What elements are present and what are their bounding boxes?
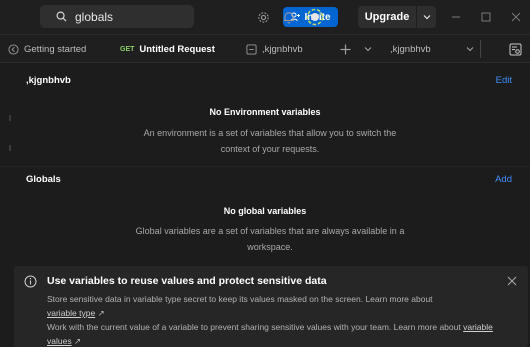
environment-empty-title: No Environment variables <box>209 107 321 117</box>
bell-icon <box>284 11 294 23</box>
variable-type-link[interactable]: variable type <box>47 308 95 318</box>
environment-select-value: ,kjgnbhvb <box>390 43 431 55</box>
tab-getting-started[interactable]: Getting started <box>8 35 86 63</box>
tab-untitled-request-label: Untitled Request <box>139 43 215 55</box>
tab-bar: Getting started GET Untitled Request ,kj… <box>0 34 530 63</box>
minimize-icon <box>452 16 460 18</box>
edit-environment-link[interactable]: Edit <box>496 75 512 86</box>
plus-icon <box>340 44 351 54</box>
globals-empty-description: Global variables are a set of variables … <box>135 226 405 252</box>
search-value: globals <box>75 9 114 24</box>
environment-quick-look-button[interactable] <box>509 35 522 63</box>
search-input[interactable]: globals <box>40 5 194 28</box>
globals-empty-title: No global variables <box>223 206 307 216</box>
back-circle-icon <box>8 43 19 55</box>
environment-quick-look-icon <box>509 43 522 55</box>
close-icon[interactable] <box>506 275 518 287</box>
minimize-button[interactable] <box>448 9 464 25</box>
request-method-badge: GET <box>120 45 135 53</box>
tabs-menu-button[interactable] <box>364 35 372 63</box>
sync-status-icon <box>306 8 324 26</box>
banner-text-secret: Store sensitive data in variable type se… <box>47 294 433 304</box>
tabs-separator <box>480 40 481 58</box>
environment-select[interactable]: ,kjgnbhvb <box>390 35 474 63</box>
banner-paragraph-secret: Store sensitive data in variable type se… <box>47 292 502 320</box>
info-banner: Use variables to reuse values and protec… <box>14 266 528 347</box>
sidebar-edge-mark <box>9 145 11 151</box>
banner-paragraph-values: Work with the current value of a variabl… <box>47 320 502 347</box>
environment-name: ,kjgnbhvb <box>26 75 71 86</box>
new-tab-button[interactable] <box>340 35 351 63</box>
chevron-down-icon <box>423 15 430 20</box>
search-icon <box>56 11 67 22</box>
upgrade-button[interactable]: Upgrade <box>358 6 416 28</box>
banner-title: Use variables to reuse values and protec… <box>47 275 327 287</box>
maximize-icon <box>481 12 491 22</box>
upgrade-menu-button[interactable] <box>416 6 436 28</box>
external-link-icon: ↗ <box>73 336 82 346</box>
tab-environment[interactable]: ,kjgnbhvb <box>246 35 303 63</box>
section-divider <box>0 166 530 167</box>
add-global-link[interactable]: Add <box>495 174 512 185</box>
settings-button[interactable] <box>254 8 272 26</box>
external-link-icon: ↗ <box>97 308 105 318</box>
close-icon <box>511 12 521 22</box>
sync-status-button[interactable] <box>305 7 325 27</box>
info-icon <box>24 275 37 288</box>
title-bar: globals Invite Upgrade <box>0 0 530 34</box>
globals-title: Globals <box>26 174 61 185</box>
tab-getting-started-label: Getting started <box>24 43 87 55</box>
maximize-button[interactable] <box>478 9 494 25</box>
chevron-down-icon <box>466 47 474 52</box>
banner-text-values: Work with the current value of a variabl… <box>47 322 461 332</box>
window-close-button[interactable] <box>508 9 524 25</box>
notifications-button[interactable] <box>280 8 298 26</box>
gear-icon <box>257 11 269 23</box>
chevron-down-icon <box>364 47 372 52</box>
tab-untitled-request[interactable]: GET Untitled Request <box>120 35 215 63</box>
environment-empty-description: An environment is a set of variables tha… <box>143 128 397 154</box>
environment-icon <box>246 43 257 55</box>
tab-environment-label: ,kjgnbhvb <box>262 43 303 55</box>
